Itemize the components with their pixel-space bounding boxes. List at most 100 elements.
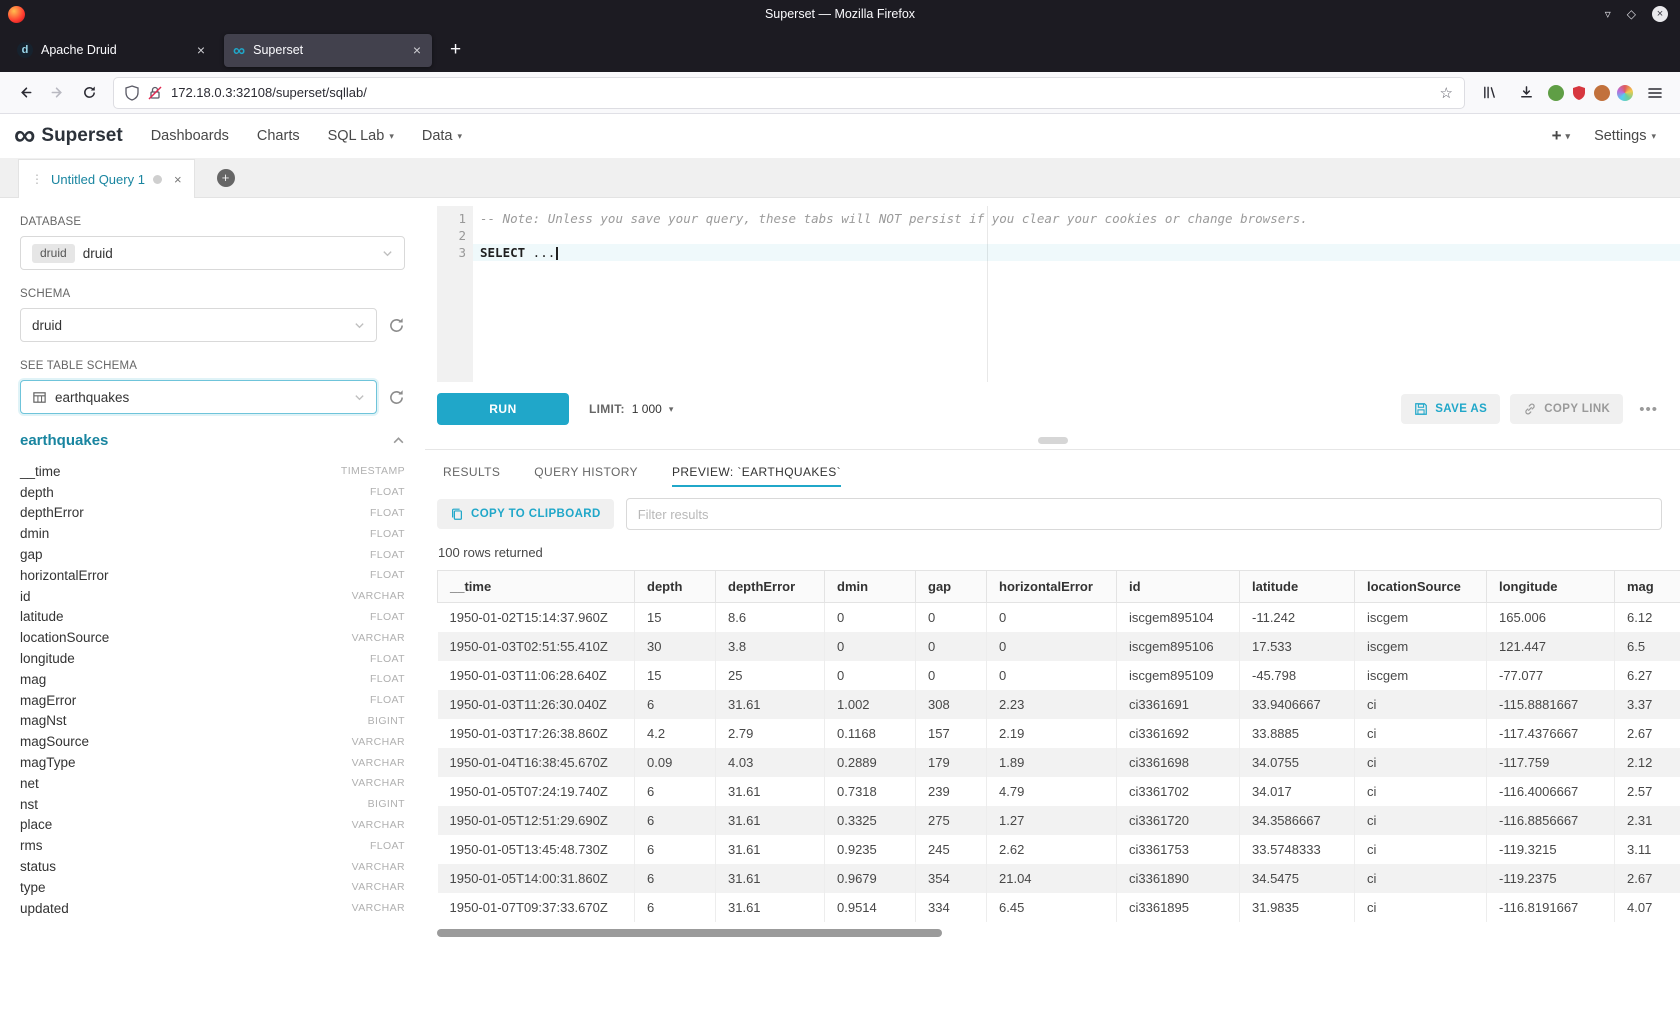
refresh-tables-icon[interactable] (388, 389, 405, 406)
collapse-chevron-up-icon[interactable] (392, 434, 405, 447)
column-name: mag (20, 672, 46, 687)
column-name: longitude (20, 651, 75, 666)
row-count-text: 100 rows returned (425, 530, 1680, 570)
more-actions-button[interactable]: ••• (1633, 401, 1664, 418)
schema-column-row: id VARCHAR (20, 586, 405, 607)
window-shade-icon[interactable]: ▿ (1605, 7, 1611, 21)
menu-hamburger-icon[interactable] (1640, 78, 1670, 108)
horizontal-scrollbar[interactable] (437, 928, 1664, 938)
editor-code-area[interactable]: -- Note: Unless you save your query, the… (473, 206, 1680, 382)
scrollbar-thumb[interactable] (437, 929, 942, 937)
column-name: net (20, 776, 39, 791)
downloads-icon[interactable] (1511, 78, 1541, 108)
tracking-shield-icon[interactable] (125, 85, 139, 101)
table-select[interactable]: earthquakes (20, 380, 377, 414)
nav-item-data[interactable]: Data▾ (408, 128, 476, 144)
chevron-down-icon (382, 248, 393, 259)
tab-query-history[interactable]: QUERY HISTORY (534, 450, 638, 494)
ublock-shield-icon[interactable] (1571, 85, 1587, 101)
extension-icon-green[interactable] (1548, 85, 1564, 101)
limit-dropdown[interactable]: LIMIT: 1 000 ▾ (589, 402, 673, 416)
column-type: VARCHAR (352, 861, 405, 873)
browser-tab-apache-druid[interactable]: d Apache Druid × (8, 34, 216, 67)
query-tab-label: Untitled Query 1 (51, 172, 145, 187)
table-row: 1950-01-05T12:51:29.690Z 6 31.61 0.3325 … (438, 806, 1680, 835)
reload-icon[interactable] (74, 78, 104, 108)
database-select[interactable]: druid druid (20, 236, 405, 270)
column-type: VARCHAR (352, 590, 405, 602)
nav-item-sql-lab[interactable]: SQL Lab▾ (314, 128, 408, 144)
database-backend-badge: druid (32, 244, 75, 263)
column-header[interactable]: horizontalError (987, 571, 1117, 603)
forward-icon[interactable] (42, 78, 72, 108)
run-button[interactable]: RUN (437, 393, 569, 425)
sql-comment: -- Note: Unless you save your query, the… (480, 211, 1308, 226)
sql-active-line: SELECT ... (473, 244, 1680, 261)
table-icon (32, 390, 47, 405)
schema-column-row: latitude FLOAT (20, 607, 405, 628)
table-row: 1950-01-07T09:37:33.670Z 6 31.61 0.9514 … (438, 893, 1680, 922)
column-header[interactable]: id (1117, 571, 1240, 603)
extension-icon-pinwheel[interactable] (1617, 85, 1633, 101)
back-icon[interactable] (10, 78, 40, 108)
column-header[interactable]: locationSource (1355, 571, 1487, 603)
save-as-button[interactable]: SAVE AS (1401, 394, 1500, 424)
schema-select[interactable]: druid (20, 308, 377, 342)
browser-tab-superset[interactable]: ∞ Superset × (224, 34, 432, 67)
column-header[interactable]: depthError (716, 571, 825, 603)
firefox-icon (8, 6, 25, 23)
new-object-menu[interactable]: +▾ (1552, 126, 1570, 146)
extension-icon-avatar[interactable] (1594, 85, 1610, 101)
drag-handle-icon[interactable]: ⋮ (31, 172, 43, 186)
column-header[interactable]: mag (1615, 571, 1680, 603)
schema-column-row: magSource VARCHAR (20, 731, 405, 752)
tab-close-icon[interactable]: × (195, 42, 207, 58)
column-header[interactable]: depth (635, 571, 716, 603)
column-header[interactable]: latitude (1240, 571, 1355, 603)
insecure-lock-icon[interactable] (148, 85, 162, 101)
column-header[interactable]: gap (916, 571, 987, 603)
url-field[interactable]: 172.18.0.3:32108/superset/sqllab/ ☆ (114, 78, 1464, 108)
pane-divider[interactable] (425, 436, 1680, 450)
line-number: 2 (437, 227, 466, 244)
editor-toolbar: RUN LIMIT: 1 000 ▾ SAVE AS COPY LINK ••• (425, 382, 1680, 436)
copy-link-button[interactable]: COPY LINK (1510, 394, 1623, 424)
column-name: id (20, 589, 31, 604)
column-header[interactable]: longitude (1487, 571, 1615, 603)
filter-results-input[interactable] (626, 498, 1662, 530)
query-tab-untitled-query-1[interactable]: ⋮ Untitled Query 1 × (18, 159, 195, 198)
column-name: gap (20, 547, 43, 562)
divider-drag-handle[interactable] (1038, 437, 1068, 444)
tab-close-icon[interactable]: × (411, 42, 423, 58)
copy-to-clipboard-button[interactable]: COPY TO CLIPBOARD (437, 499, 614, 529)
table-panel-header: earthquakes (20, 432, 405, 449)
bookmark-star-icon[interactable]: ☆ (1440, 84, 1453, 102)
add-query-tab-button[interactable]: + (217, 169, 235, 187)
superset-brand[interactable]: ∞ Superset (14, 124, 123, 148)
refresh-schema-icon[interactable] (388, 317, 405, 334)
schema-column-row: dmin FLOAT (20, 523, 405, 544)
nav-item-dashboards[interactable]: Dashboards (137, 128, 243, 144)
column-header[interactable]: __time (438, 571, 635, 603)
tab-results[interactable]: RESULTS (443, 450, 500, 494)
nav-item-charts[interactable]: Charts (243, 128, 314, 144)
column-name: dmin (20, 526, 49, 541)
column-header[interactable]: dmin (825, 571, 916, 603)
database-label: DATABASE (20, 216, 405, 228)
library-icon[interactable] (1474, 78, 1504, 108)
chevron-down-icon: ▾ (1651, 131, 1656, 142)
window-close-icon[interactable]: × (1652, 6, 1668, 22)
settings-menu[interactable]: Settings▾ (1594, 128, 1656, 144)
window-titlebar: Superset — Mozilla Firefox ▿ ◇ × (0, 0, 1680, 28)
window-maximize-icon[interactable]: ◇ (1627, 7, 1636, 21)
query-tab-close-icon[interactable]: × (174, 172, 182, 187)
column-type: FLOAT (370, 569, 405, 581)
column-type: VARCHAR (352, 736, 405, 748)
sql-editor[interactable]: 123 -- Note: Unless you save your query,… (437, 206, 1680, 382)
schema-label: SCHEMA (20, 288, 405, 300)
new-tab-button[interactable]: + (440, 39, 471, 61)
column-type: FLOAT (370, 486, 405, 498)
column-type: FLOAT (370, 549, 405, 561)
table-row: 1950-01-03T02:51:55.410Z 30 3.8 0 0 0 is… (438, 632, 1680, 661)
tab-preview-earthquakes[interactable]: PREVIEW: `EARTHQUAKES` (672, 450, 841, 494)
